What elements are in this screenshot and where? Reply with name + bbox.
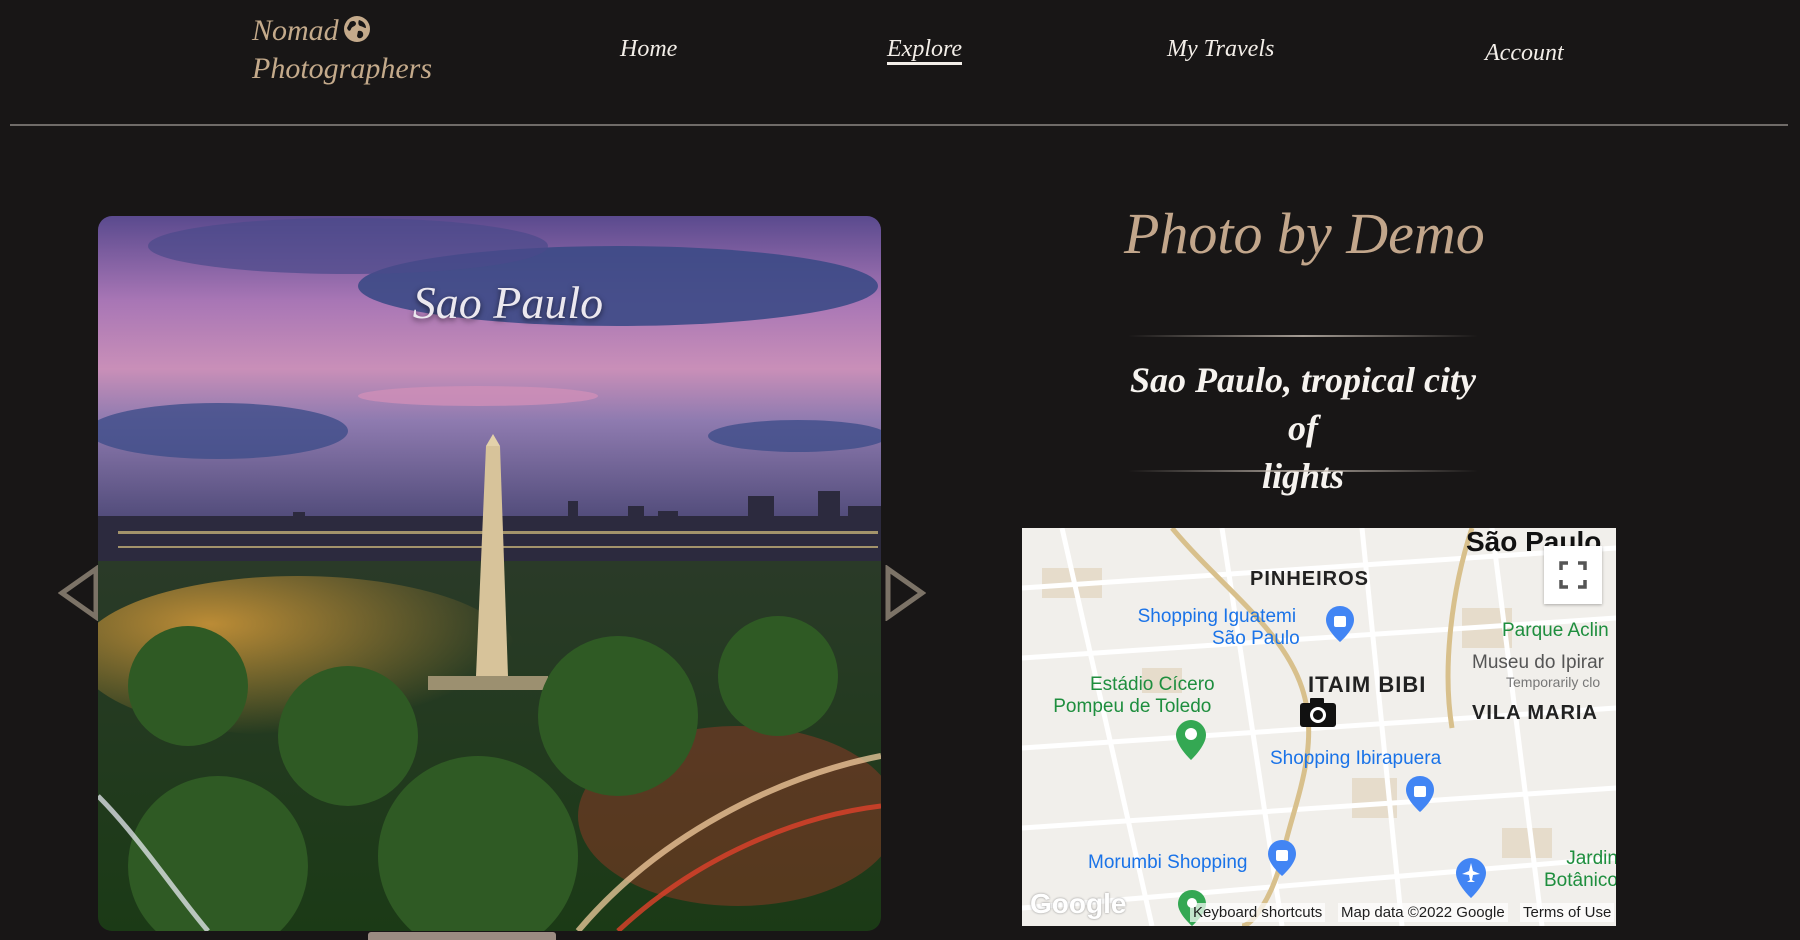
map-label-vila-maria: VILA MARIA <box>1472 702 1598 724</box>
logo-line-2: Photographers <box>252 52 432 85</box>
nav-explore[interactable]: Explore <box>887 36 963 65</box>
google-logo[interactable]: Google <box>1030 888 1126 920</box>
iguatemi-line-1: Shopping Iguatemi <box>1137 606 1297 627</box>
nav-home[interactable]: Home <box>620 36 677 63</box>
top-divider <box>1128 335 1478 337</box>
map-label-jardim: Jardin Botânico <box>1544 848 1616 892</box>
jardim-line-2: Botânico <box>1544 870 1616 891</box>
photo-description: Sao Paulo, tropical city of lights <box>1118 356 1488 500</box>
slide-indicator <box>368 932 556 940</box>
map-label-morumbi: Morumbi Shopping <box>1088 852 1248 873</box>
photo-credit-heading: Photo by Demo <box>1124 201 1485 266</box>
map-label-parque: Parque Aclin <box>1502 620 1609 641</box>
shopping-pin-icon[interactable] <box>1268 840 1296 876</box>
stadium-pin-icon[interactable] <box>1176 720 1206 760</box>
map-label-itaim: ITAIM BIBI <box>1308 672 1427 697</box>
map-keyboard-shortcuts[interactable]: Keyboard shortcuts <box>1190 903 1326 922</box>
map-label-iguatemi: Shopping Iguatemi São Paulo <box>1134 606 1300 650</box>
map-terms-link[interactable]: Terms of Use <box>1520 903 1615 922</box>
site-logo[interactable]: Nomad Photographers <box>252 12 432 88</box>
shopping-pin-icon[interactable] <box>1406 776 1434 812</box>
map-label-temporarily: Temporarily clo <box>1506 674 1601 690</box>
location-map[interactable]: São Paulo PINHEIROS Shopping Iguatemi Sã… <box>1022 528 1616 926</box>
estadio-line-1: Estádio Cícero <box>1090 674 1215 695</box>
slider-prev-arrow[interactable] <box>58 565 102 621</box>
photo-slide[interactable]: Sao Paulo <box>98 216 881 931</box>
bottom-divider <box>1128 470 1478 472</box>
map-data-attribution: Map data ©2022 Google <box>1338 903 1508 922</box>
description-line-1: Sao Paulo, tropical city of <box>1130 360 1476 448</box>
map-label-museu: Museu do Ipirar <box>1472 652 1605 673</box>
map-label-estadio: Estádio Cícero Pompeu de Toledo <box>1050 674 1215 718</box>
camera-marker-icon[interactable] <box>1298 696 1338 728</box>
globe-icon <box>344 16 370 42</box>
map-fullscreen-button[interactable] <box>1544 546 1602 604</box>
description-line-2: lights <box>1261 456 1345 496</box>
nav-account[interactable]: Account <box>1485 40 1564 67</box>
shopping-pin-icon[interactable] <box>1326 606 1354 642</box>
header-divider <box>10 124 1788 126</box>
fullscreen-icon <box>1559 561 1587 589</box>
jardim-line-1: Jardin <box>1566 848 1616 869</box>
airport-pin-icon[interactable] <box>1456 858 1486 898</box>
slider-next-arrow[interactable] <box>882 565 926 621</box>
nav-my-travels[interactable]: My Travels <box>1167 36 1274 63</box>
slide-title: Sao Paulo <box>412 277 604 328</box>
map-label-ibirapuera: Shopping Ibirapuera <box>1270 748 1442 769</box>
map-label-pinheiros: PINHEIROS <box>1250 568 1370 590</box>
iguatemi-line-2: São Paulo <box>1212 628 1300 649</box>
site-header: Nomad Photographers Home Explore My Trav… <box>0 0 1800 126</box>
estadio-line-2: Pompeu de Toledo <box>1053 696 1212 717</box>
